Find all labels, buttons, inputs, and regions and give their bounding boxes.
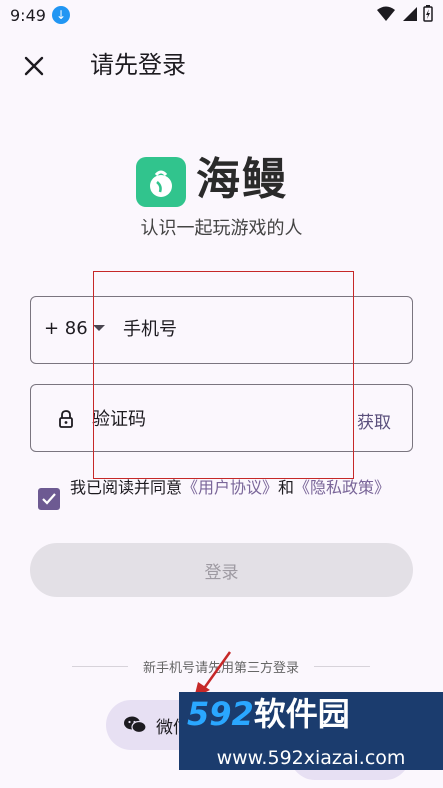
close-icon — [24, 56, 44, 76]
agreement-checkbox[interactable] — [38, 488, 60, 510]
divider-left — [72, 666, 128, 667]
annotation-box — [93, 271, 354, 479]
bag-icon — [150, 170, 172, 197]
lock-icon — [59, 410, 73, 428]
country-code[interactable]: + 86 — [44, 318, 88, 339]
status-time: 9:49 — [10, 6, 46, 25]
brand-name: 海鳗 — [196, 154, 288, 205]
close-button[interactable] — [16, 48, 52, 84]
divider-right — [314, 666, 370, 667]
wechat-icon — [124, 716, 146, 734]
watermark-number: 592 — [187, 695, 254, 733]
watermark-logo: 592软件园 — [179, 692, 443, 746]
battery-icon — [423, 5, 433, 22]
get-code-button[interactable]: 获取 — [357, 408, 391, 433]
agreement-and: 和 — [278, 478, 295, 497]
check-icon — [42, 493, 56, 505]
agreement-text: 我已阅读并同意《用户协议》和《隐私政策》 — [70, 476, 400, 500]
agreement-prefix: 我已阅读并同意 — [70, 478, 183, 497]
brand-slogan: 认识一起玩游戏的人 — [140, 218, 303, 239]
login-button[interactable]: 登录 — [30, 543, 413, 597]
download-icon: ↓ — [52, 6, 70, 24]
page-title: 请先登录 — [90, 51, 186, 79]
status-icons — [377, 5, 433, 22]
user-agreement-link[interactable]: 《用户协议》 — [182, 478, 278, 497]
watermark-text: 软件园 — [253, 695, 350, 733]
privacy-policy-link[interactable]: 《隐私政策》 — [294, 478, 390, 497]
signal-icon — [403, 6, 417, 21]
watermark-url: www.592xiazai.com — [179, 746, 443, 770]
app-logo — [136, 157, 186, 207]
wifi-icon — [377, 6, 395, 21]
